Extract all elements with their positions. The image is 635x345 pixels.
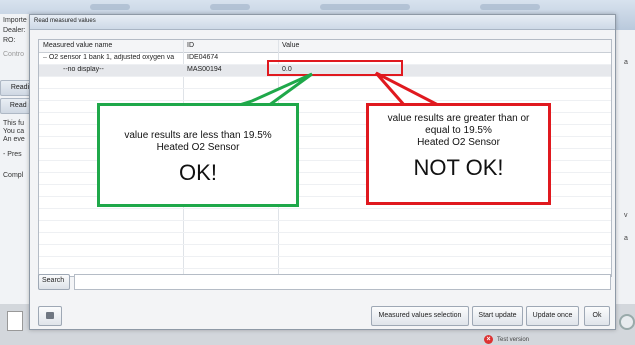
not-ok-condition-text-2: equal to 19.5%	[425, 125, 492, 136]
ok-callout: value results are less than 19.5% Heated…	[97, 103, 299, 207]
ok-sensor-text: Heated O2 Sensor	[156, 142, 240, 153]
not-ok-callout: value results are greater than or equal …	[366, 103, 551, 205]
ok-callout-pointer	[235, 72, 313, 108]
not-ok-callout-pointer	[374, 71, 441, 108]
not-ok-verdict: NOT OK!	[413, 155, 504, 180]
not-ok-sensor-text: Heated O2 Sensor	[417, 137, 500, 148]
not-ok-condition-text: value results are greater than or	[387, 113, 530, 124]
ok-verdict: OK!	[179, 160, 217, 185]
ok-condition-text: value results are less than 19.5%	[124, 130, 272, 141]
